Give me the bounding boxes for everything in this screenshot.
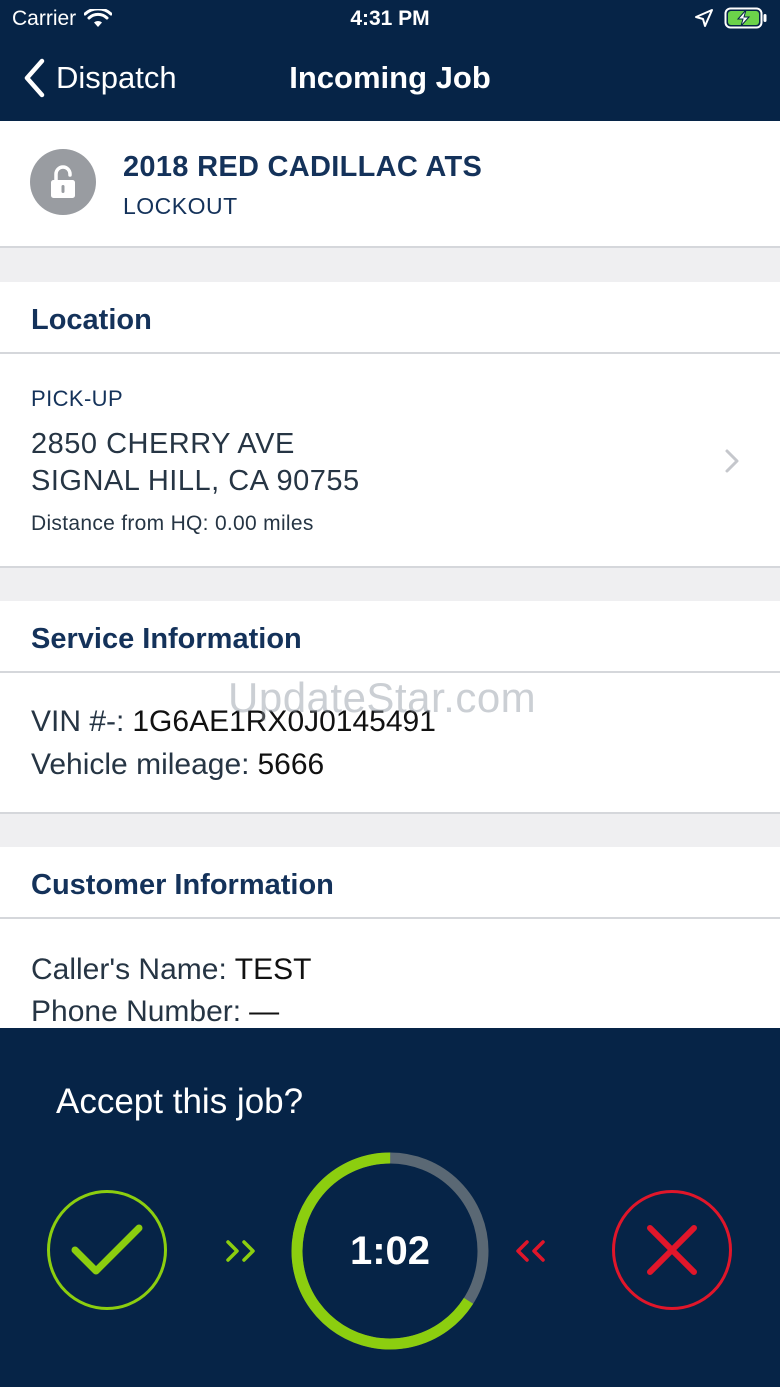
phone-label: Phone Number: [31,995,242,1028]
status-right-group [694,7,768,29]
vehicle-title: 2018 RED CADILLAC ATS [123,151,483,183]
customer-section-header: Customer Information [0,847,780,919]
job-header: 2018 RED CADILLAC ATS LOCKOUT [0,121,780,248]
swipe-left-arrows-icon [516,1240,545,1262]
location-section-header: Location [0,282,780,354]
battery-charging-icon [724,7,767,29]
mileage-row: Vehicle mileage: 5666 [31,748,324,782]
job-type-badge [30,149,96,215]
chevron-right-icon [725,449,739,473]
top-bar: Carrier 4:31 PM Dispatch Incoming Job [0,0,780,121]
caller-label: Caller's Name: [31,953,227,986]
lock-icon [51,165,75,198]
distance-from-hq: Distance from HQ: 0.00 miles [31,512,314,535]
close-icon [647,1225,697,1275]
service-heading: Service Information [31,623,302,655]
pickup-location-row[interactable]: PICK-UP 2850 CHERRY AVE SIGNAL HILL, CA … [0,354,780,568]
mileage-value: 5666 [257,748,325,781]
caller-value: TEST [234,953,312,986]
vin-label: VIN #-: [31,705,125,738]
accept-button[interactable] [47,1190,167,1310]
location-heading: Location [31,304,152,336]
service-type: LOCKOUT [123,193,238,219]
status-time: 4:31 PM [350,7,430,30]
navigation-bar: Dispatch Incoming Job [0,52,780,110]
decline-button[interactable] [612,1190,732,1310]
phone-row: Phone Number: — [31,995,279,1029]
swipe-right-arrows-icon [226,1240,255,1262]
watermark: UpdateStar.com [228,674,537,721]
phone-value: — [249,995,280,1028]
checkmark-icon [71,1224,143,1275]
countdown-timer-text: 1:02 [349,1228,431,1273]
caller-row: Caller's Name: TEST [31,953,311,987]
mileage-label: Vehicle mileage: [31,748,250,781]
page-title: Incoming Job [289,60,491,95]
accept-question: Accept this job? [56,1082,304,1121]
accept-job-panel: Accept this job? 1:02 [0,1028,780,1387]
service-section-header: Service Information [0,601,780,673]
customer-heading: Customer Information [31,869,334,901]
address-line2: SIGNAL HILL, CA 90755 [31,465,360,497]
pickup-label: PICK-UP [31,386,124,411]
address-line1: 2850 CHERRY AVE [31,428,295,460]
status-bar: Carrier 4:31 PM [0,0,780,40]
location-arrow-icon [695,9,713,27]
